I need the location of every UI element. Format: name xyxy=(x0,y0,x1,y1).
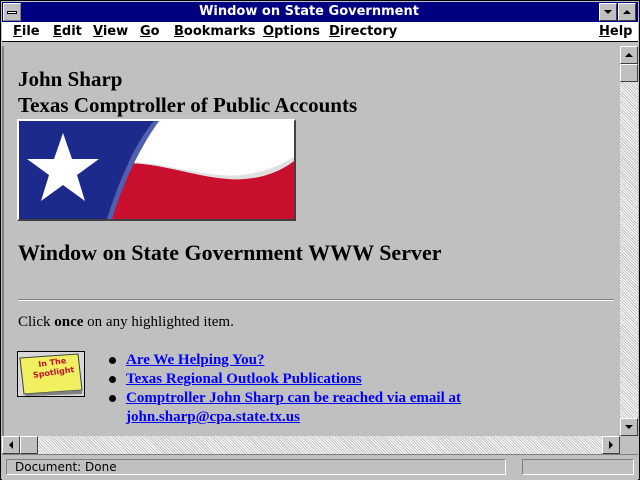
vertical-scroll-track[interactable] xyxy=(620,64,638,418)
horizontal-rule xyxy=(18,299,614,301)
instruction-bold: once xyxy=(54,314,84,330)
list-item: Are We Helping You? xyxy=(108,351,568,370)
horizontal-scroll-thumb[interactable] xyxy=(20,436,38,454)
progress-indicator xyxy=(522,459,634,475)
menu-bar: File Edit View Go Bookmarks Options Dire… xyxy=(2,22,638,42)
menu-go[interactable]: Go xyxy=(140,24,160,39)
list-item: Comptroller John Sharp can be reached vi… xyxy=(108,389,568,427)
instruction-prefix: Click xyxy=(18,314,51,330)
arrow-right-icon xyxy=(609,441,613,449)
link-helping-you[interactable]: Are We Helping You? xyxy=(126,352,265,368)
menu-view[interactable]: View xyxy=(93,24,128,39)
status-bar: Document: Done xyxy=(2,454,638,480)
texas-flag-image xyxy=(17,119,296,221)
scroll-left-button[interactable] xyxy=(2,436,20,454)
horizontal-scroll-track[interactable] xyxy=(20,436,602,454)
horizontal-scrollbar[interactable] xyxy=(2,436,620,454)
menu-help[interactable]: Help xyxy=(599,24,632,39)
menu-edit[interactable]: Edit xyxy=(53,24,82,39)
arrow-left-icon xyxy=(9,441,13,449)
maximize-icon xyxy=(623,10,631,14)
heading-name: John Sharp xyxy=(18,67,123,91)
instruction-suffix: on any highlighted item. xyxy=(87,314,234,330)
heading-title: Texas Comptroller of Public Accounts xyxy=(18,93,358,117)
scroll-up-button[interactable] xyxy=(620,46,638,64)
list-item: Texas Regional Outlook Publications xyxy=(108,370,568,389)
link-email-comptroller[interactable]: Comptroller John Sharp can be reached vi… xyxy=(126,390,461,425)
system-menu-button[interactable] xyxy=(3,3,21,21)
bullet-icon xyxy=(109,395,116,402)
arrow-up-icon xyxy=(625,53,633,57)
title-bar[interactable]: Window on State Government xyxy=(2,2,638,22)
arrow-down-icon xyxy=(625,425,633,429)
menu-directory[interactable]: Directory xyxy=(329,24,397,39)
link-regional-outlook[interactable]: Texas Regional Outlook Publications xyxy=(126,371,362,387)
menu-options[interactable]: Options xyxy=(263,24,320,39)
browser-window: Window on State Government File Edit Vie… xyxy=(0,0,640,480)
spotlight-image-link[interactable]: In The Spotlight xyxy=(17,351,85,397)
instruction-text: Click once on any highlighted item. xyxy=(18,314,234,331)
menu-bookmarks[interactable]: Bookmarks xyxy=(174,24,256,39)
window-title: Window on State Government xyxy=(199,4,419,19)
vertical-scrollbar[interactable] xyxy=(620,46,638,436)
status-text: Document: Done xyxy=(6,459,506,475)
server-heading: Window on State Government WWW Server xyxy=(18,240,442,265)
bullet-icon xyxy=(109,376,116,383)
minimize-button[interactable] xyxy=(599,3,617,21)
link-list: Are We Helping You? Texas Regional Outlo… xyxy=(108,351,568,427)
maximize-button[interactable] xyxy=(618,3,636,21)
minimize-icon xyxy=(604,10,612,14)
scroll-right-button[interactable] xyxy=(602,436,620,454)
bullet-icon xyxy=(109,357,116,364)
texas-flag-graphic xyxy=(19,121,294,219)
menu-file[interactable]: File xyxy=(13,24,40,39)
document-view: John Sharp Texas Comptroller of Public A… xyxy=(2,46,618,436)
size-box xyxy=(620,436,638,454)
vertical-scroll-thumb[interactable] xyxy=(620,64,638,82)
scroll-down-button[interactable] xyxy=(620,418,638,436)
